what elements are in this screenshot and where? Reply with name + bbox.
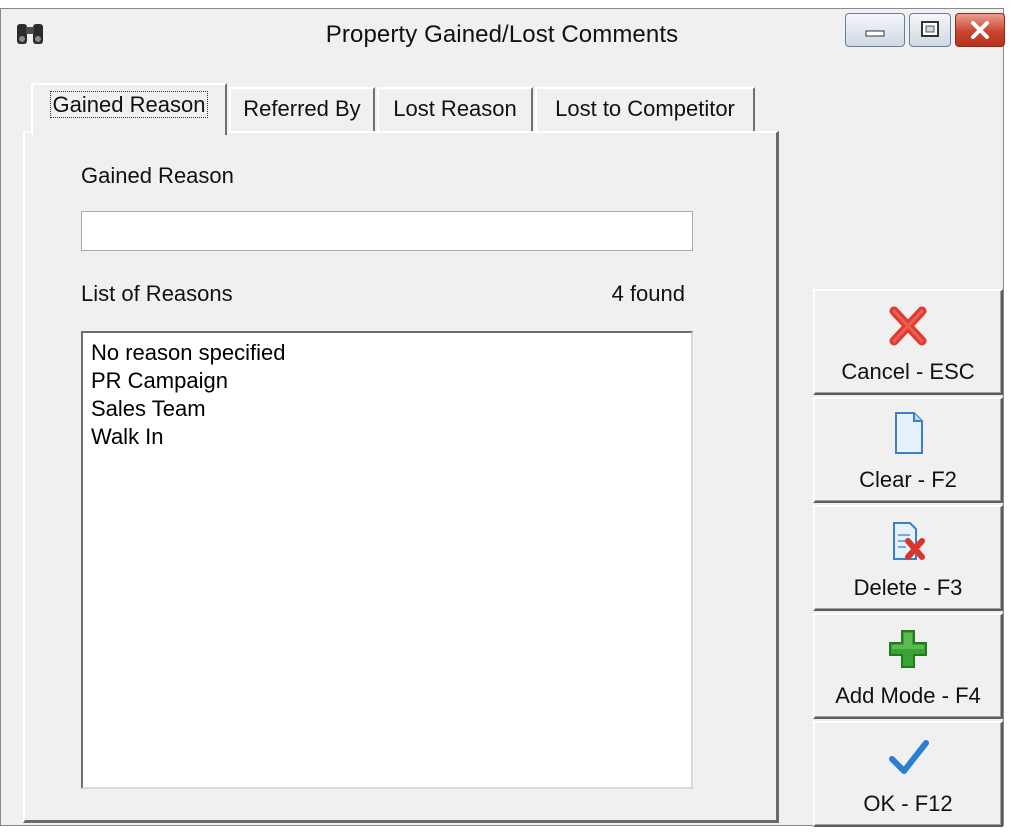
tab-label: Referred By: [243, 96, 361, 121]
ok-button[interactable]: OK - F12: [813, 721, 1003, 827]
title-bar[interactable]: Property Gained/Lost Comments: [1, 9, 1005, 64]
list-of-reasons-label: List of Reasons: [81, 281, 233, 306]
tab-label: Lost Reason: [393, 96, 517, 121]
ok-button-label: OK - F12: [863, 791, 953, 816]
gained-reason-label: Gained Reason: [81, 163, 234, 188]
tab-referred-by[interactable]: Referred By: [229, 87, 375, 133]
green-plus-icon: [889, 630, 927, 668]
found-count: 4 found: [611, 281, 685, 306]
blank-document-icon: [895, 412, 923, 454]
cancel-button[interactable]: Cancel - ESC: [813, 289, 1003, 395]
list-item[interactable]: Sales Team: [83, 395, 691, 423]
tab-lost-reason[interactable]: Lost Reason: [377, 87, 533, 133]
maximize-icon: [921, 21, 939, 37]
close-button[interactable]: [955, 13, 1005, 47]
delete-document-icon: [893, 522, 925, 560]
delete-button-label: Delete - F3: [853, 575, 963, 600]
clear-button-label: Clear - F2: [859, 467, 957, 492]
delete-button[interactable]: Delete - F3: [813, 505, 1003, 611]
minimize-icon: [865, 30, 885, 37]
close-icon: [971, 21, 989, 39]
tab-label: Lost to Competitor: [555, 96, 735, 121]
blue-checkmark-icon: [889, 740, 929, 774]
add-mode-button[interactable]: Add Mode - F4: [813, 613, 1003, 719]
tab-lost-to-competitor[interactable]: Lost to Competitor: [535, 87, 755, 133]
tab-gained-reason[interactable]: Gained Reason: [31, 83, 227, 135]
reasons-listbox[interactable]: No reason specified PR Campaign Sales Te…: [81, 331, 693, 789]
maximize-button[interactable]: [909, 13, 951, 47]
list-item[interactable]: No reason specified: [83, 339, 691, 367]
gained-reason-input[interactable]: [81, 211, 693, 251]
dialog-window: Property Gained/Lost Comments Gained Rea…: [0, 8, 1005, 827]
list-item[interactable]: Walk In: [83, 423, 691, 451]
cancel-button-label: Cancel - ESC: [841, 359, 975, 384]
tab-panel: Gained Reason List of Reasons 4 found No…: [23, 131, 779, 823]
minimize-button[interactable]: [845, 13, 905, 47]
list-item[interactable]: PR Campaign: [83, 367, 691, 395]
clear-button[interactable]: Clear - F2: [813, 397, 1003, 503]
tab-label: Gained Reason: [49, 91, 209, 118]
add-mode-button-label: Add Mode - F4: [835, 683, 981, 708]
red-x-icon: [889, 306, 927, 346]
